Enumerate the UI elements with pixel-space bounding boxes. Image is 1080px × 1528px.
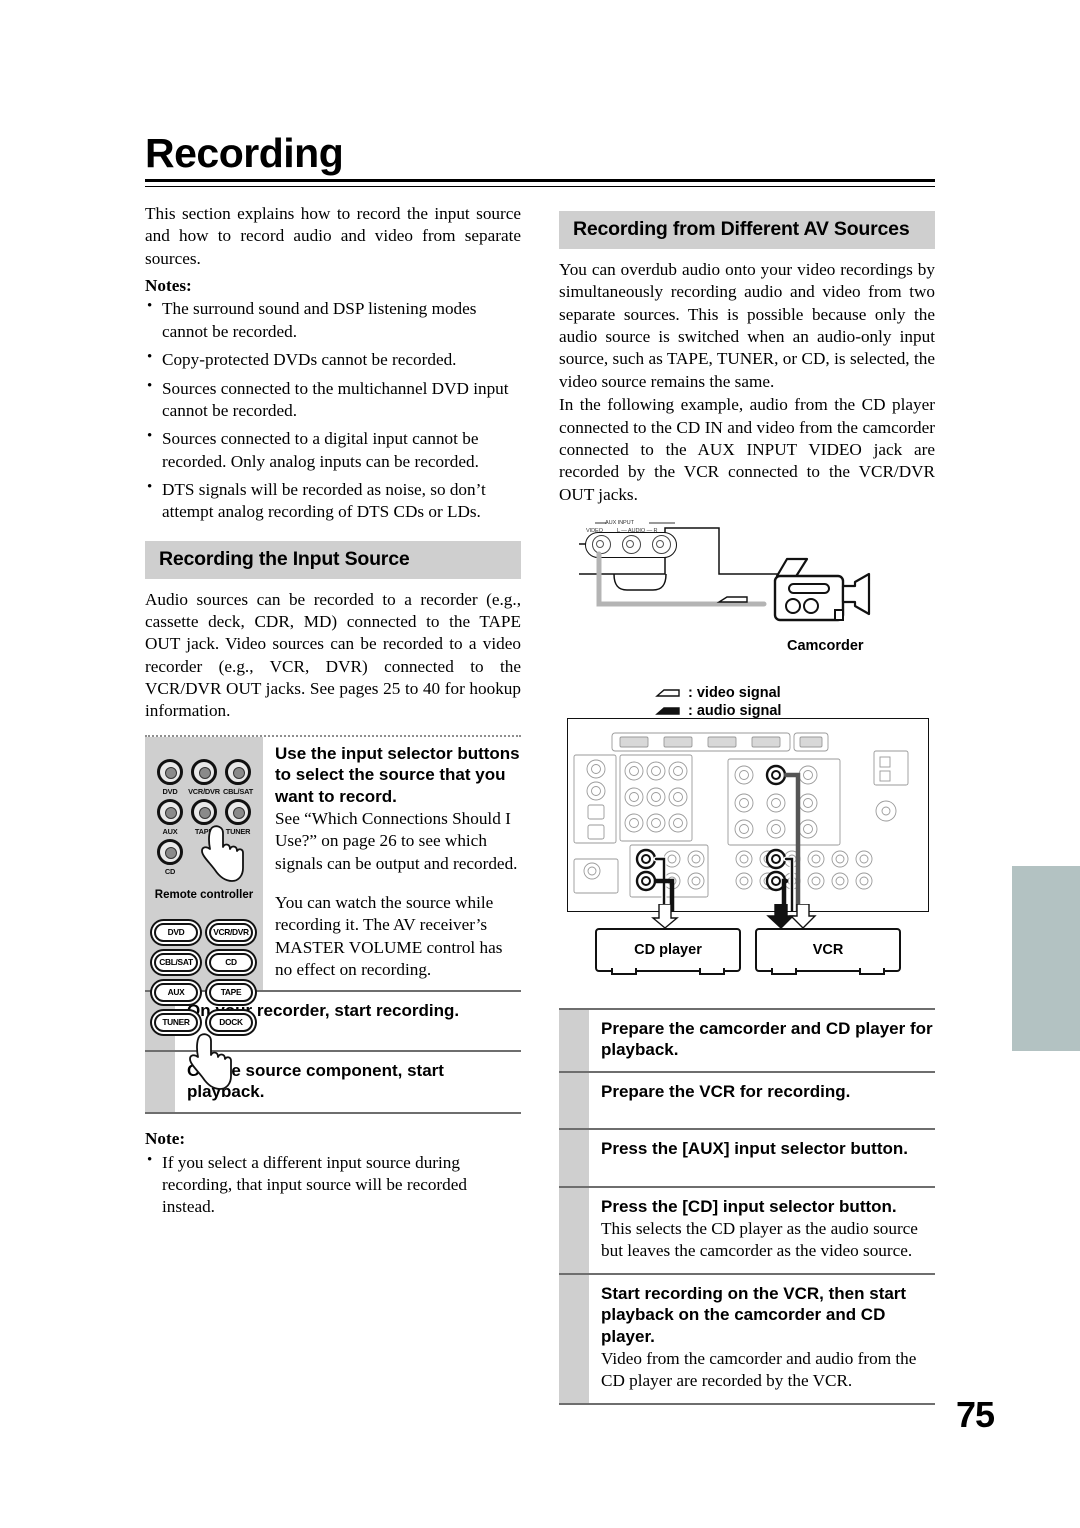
step-text: Video from the camcorder and audio from … xyxy=(601,1348,917,1391)
receiver-rear-panel xyxy=(567,717,929,912)
section-heading-recording-input-source: Recording the Input Source xyxy=(145,540,521,579)
remote-button-cd[interactable]: CD xyxy=(209,952,253,972)
remote-button-aux[interactable]: AUX xyxy=(154,982,198,1002)
right-column: Recording from Different AV Sources You … xyxy=(559,203,935,1405)
left-section-paragraph: Audio sources can be recorded to a recor… xyxy=(145,589,521,721)
step-row: Prepare the camcorder and CD player for … xyxy=(559,1007,935,1071)
front-button-label-cd: CD xyxy=(164,866,176,876)
camcorder-icon xyxy=(773,557,871,622)
step-number-cell xyxy=(559,1130,589,1186)
list-item: The surround sound and DSP listening mod… xyxy=(145,297,521,343)
step-body: Press the [AUX] input selector button. xyxy=(589,1130,935,1185)
list-item: DTS signals will be recorded as noise, s… xyxy=(145,478,521,524)
camcorder-label: Camcorder xyxy=(787,637,864,654)
front-button-label-cbl-sat: CBL/SAT xyxy=(222,786,254,796)
intro-paragraph: This section explains how to record the … xyxy=(145,204,521,268)
step-text: See “Which Connections Should I Use?” on… xyxy=(275,809,518,873)
front-button-vcr-dvr[interactable] xyxy=(191,758,217,785)
step-row: Press the [AUX] input selector button. xyxy=(559,1128,935,1186)
audio-signal-arrow-icon xyxy=(655,706,680,715)
remote-button-cbl-sat[interactable]: CBL/SAT xyxy=(154,952,198,972)
right-paragraph-1: You can overdub audio onto your video re… xyxy=(559,260,935,391)
step-number-cell xyxy=(145,1051,175,1113)
step-title: Press the [CD] input selector button. xyxy=(601,1196,897,1216)
remote-button-vcr-dvr[interactable]: VCR/DVR xyxy=(209,922,253,942)
remote-button-dvd[interactable]: DVD xyxy=(154,922,198,942)
legend-video-text: : video signal xyxy=(688,684,781,701)
list-item: If you select a different input source d… xyxy=(145,1151,521,1219)
remote-illustration-panel: DVD VCR/DVR CBL/SAT AUX TAPE TUNER CD Re… xyxy=(145,736,263,1090)
left-note-list: If you select a different input source d… xyxy=(145,1151,521,1219)
vcr-box: VCR xyxy=(755,927,901,975)
front-panel-illustration: DVD VCR/DVR CBL/SAT AUX TAPE TUNER CD Re… xyxy=(145,737,263,1090)
page-columns: This section explains how to record the … xyxy=(145,203,935,1405)
front-button-aux[interactable] xyxy=(157,798,183,825)
right-paragraph-2: In the following example, audio from the… xyxy=(559,395,935,504)
page-header: Recording xyxy=(145,130,935,188)
pointing-hand-icon xyxy=(201,825,244,882)
step-title: Start recording on the VCR, then start p… xyxy=(601,1283,907,1346)
front-button-cbl-sat[interactable] xyxy=(225,758,251,785)
front-button-tape[interactable] xyxy=(191,798,217,825)
step-body: Press the [CD] input selector button. Th… xyxy=(589,1188,935,1273)
step-text: This selects the CD player as the audio … xyxy=(601,1218,918,1261)
front-button-tuner[interactable] xyxy=(225,798,251,825)
step-title: Use the input selector buttons to select… xyxy=(275,743,520,806)
step-number-cell xyxy=(559,1187,589,1273)
left-column: This section explains how to record the … xyxy=(145,203,521,1405)
step-row: Prepare the VCR for recording. xyxy=(559,1070,935,1129)
list-item: Copy-protected DVDs cannot be recorded. xyxy=(145,348,521,371)
step-title: Press the [AUX] input selector button. xyxy=(601,1139,908,1159)
connection-diagram: AUX INPUT VIDEO L — AUDIO — R Camcorder … xyxy=(559,516,935,986)
front-button-cd[interactable] xyxy=(157,838,183,865)
step-text-secondary: You can watch the source while recording… xyxy=(275,893,503,980)
rear-panel-drawing xyxy=(573,732,909,911)
remote-controller-caption: Remote controller xyxy=(154,888,254,901)
step-number-cell xyxy=(559,1274,589,1403)
left-note-block: Note: If you select a different input so… xyxy=(145,1128,521,1218)
front-button-dvd[interactable] xyxy=(157,758,183,785)
step-body: Start recording on the VCR, then start p… xyxy=(589,1275,935,1403)
video-signal-arrow-icon xyxy=(655,688,680,697)
step-row: Start recording on the VCR, then start p… xyxy=(559,1272,935,1405)
step-title: On the source component, start playback. xyxy=(187,1060,444,1101)
step-body: Prepare the VCR for recording. xyxy=(589,1073,935,1128)
step-row: DVD VCR/DVR CBL/SAT AUX TAPE TUNER CD Re… xyxy=(145,734,521,1090)
manual-page: Recording This section explains how to r… xyxy=(0,0,1080,1528)
step-body: Use the input selector buttons to select… xyxy=(263,737,521,990)
remote-button-tape[interactable]: TAPE xyxy=(209,982,253,1002)
intro-notes-list: The surround sound and DSP listening mod… xyxy=(145,297,521,524)
signal-legend: : video signal : audio signal xyxy=(655,684,781,720)
right-step-table: Prepare the camcorder and CD player for … xyxy=(559,1007,935,1405)
step-title: Prepare the VCR for recording. xyxy=(601,1081,851,1101)
step-title: Prepare the camcorder and CD player for … xyxy=(601,1018,933,1060)
page-title: Recording xyxy=(145,130,344,176)
step-body: Prepare the camcorder and CD player for … xyxy=(589,1010,935,1071)
remote-button-dock[interactable]: DOCK xyxy=(209,1012,253,1032)
list-item: Sources connected to the multichannel DV… xyxy=(145,377,521,423)
step-number-cell xyxy=(559,1009,589,1071)
cable-direction-arrows xyxy=(651,903,817,929)
header-divider xyxy=(145,179,935,188)
side-tab-marker xyxy=(1012,866,1080,1051)
pointing-hand-icon-remote xyxy=(189,1033,232,1090)
page-number: 75 xyxy=(955,1394,995,1435)
legend-video-row: : video signal xyxy=(655,684,781,702)
list-item: Sources connected to a digital input can… xyxy=(145,427,521,473)
remote-button-tuner[interactable]: TUNER xyxy=(154,1012,198,1032)
note-label: Note: xyxy=(145,1129,186,1149)
cd-player-box: CD player xyxy=(595,927,741,975)
step-row: Press the [CD] input selector button. Th… xyxy=(559,1185,935,1273)
step-number-cell xyxy=(559,1072,589,1129)
notes-label: Notes: xyxy=(145,276,192,296)
section-heading-recording-different-av: Recording from Different AV Sources xyxy=(559,211,935,249)
